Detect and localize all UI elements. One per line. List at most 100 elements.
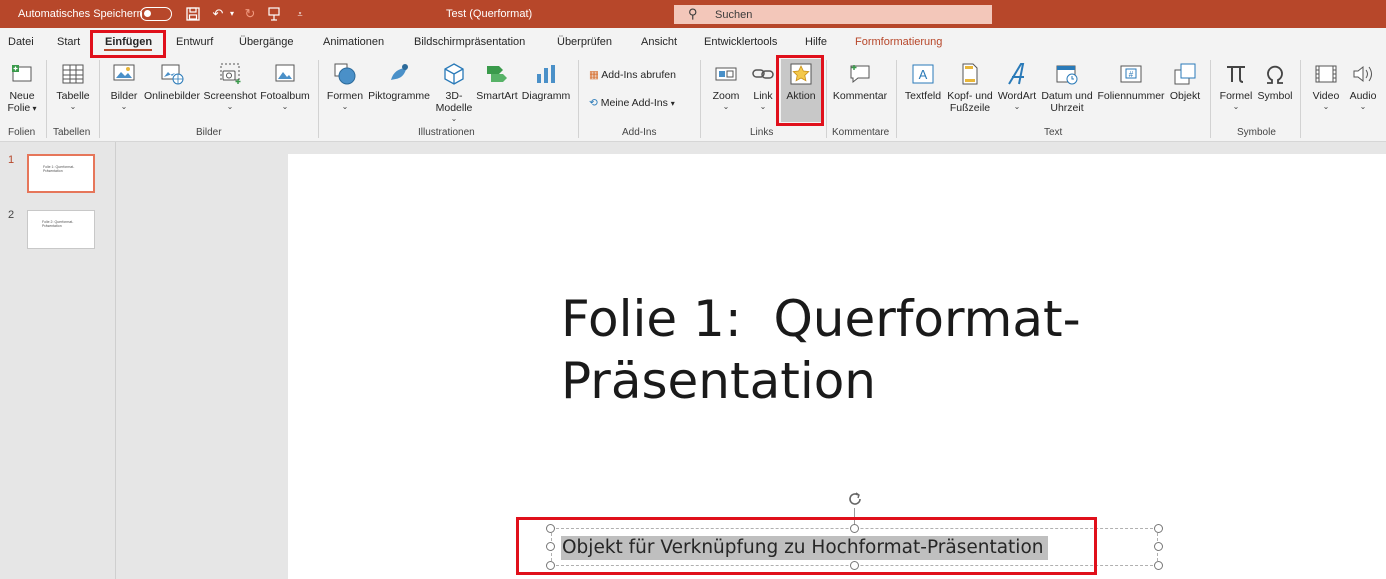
thumb-1-title-2: Präsentation (43, 169, 63, 173)
shapes-icon (334, 63, 356, 85)
zoom-button[interactable]: Zoom ⌄ (706, 62, 746, 111)
separator (1210, 60, 1211, 138)
group-label-links: Links (750, 127, 774, 138)
chevron-down-icon: ⌄ (341, 102, 349, 111)
screenshot-button[interactable]: Screenshot ⌄ (203, 62, 257, 111)
video-button[interactable]: Video ⌄ (1306, 62, 1346, 111)
separator (1300, 60, 1301, 138)
slide-title-line-1: Folie 1: Querformat- (561, 290, 1081, 348)
wordart-button[interactable]: WordArt ⌄ (997, 62, 1037, 111)
tab-animationen[interactable]: Animationen (323, 36, 384, 48)
video-icon (1315, 65, 1337, 83)
icons-button[interactable]: Piktogramme (366, 62, 432, 102)
audio-label: Audio (1349, 90, 1377, 102)
highlight-aktion-button (776, 55, 824, 126)
chevron-down-icon: ⌄ (722, 102, 730, 111)
rotate-handle-icon[interactable] (846, 490, 864, 508)
resize-handle-bottom-right[interactable] (1154, 561, 1163, 570)
textbox-button[interactable]: A Textfeld (903, 62, 943, 102)
redo-icon[interactable]: ↻ (242, 5, 258, 23)
date-time-label-2: Uhrzeit (1050, 102, 1084, 114)
date-time-label-1: Datum und (1041, 90, 1093, 102)
slide-number-1: 1 (8, 154, 15, 166)
pictures-icon (113, 64, 135, 81)
table-button[interactable]: Tabelle ⌄ (54, 62, 92, 111)
resize-handle-right[interactable] (1154, 542, 1163, 551)
audio-button[interactable]: Audio ⌄ (1345, 62, 1381, 111)
equation-button[interactable]: Formel ⌄ (1216, 62, 1256, 111)
online-pictures-label: Onlinebilder (143, 90, 201, 102)
svg-text:A: A (919, 67, 928, 82)
smartart-label: SmartArt (476, 90, 518, 102)
symbol-button[interactable]: Symbol (1255, 62, 1295, 102)
photo-album-button[interactable]: Fotoalbum ⌄ (258, 62, 312, 111)
tab-formformatierung[interactable]: Formformatierung (855, 36, 942, 48)
chart-label: Diagramm (521, 90, 571, 102)
tab-entwurf[interactable]: Entwurf (176, 36, 213, 48)
tab-uebergaenge[interactable]: Übergänge (239, 36, 293, 48)
photo-album-icon (275, 64, 295, 82)
group-label-bilder: Bilder (196, 127, 222, 138)
document-title: Test (Querformat) (446, 8, 533, 20)
tab-entwicklertools[interactable]: Entwicklertools (704, 36, 777, 48)
3d-models-label-1: 3D- (445, 90, 463, 102)
calendar-icon (1056, 65, 1078, 85)
pi-icon (1227, 66, 1245, 83)
chevron-down-icon: ⌄ (120, 102, 128, 111)
shapes-button[interactable]: Formen ⌄ (325, 62, 365, 111)
wordart-label: WordArt (997, 90, 1037, 102)
pictures-button[interactable]: Bilder ⌄ (106, 62, 142, 111)
object-icon (1174, 63, 1196, 85)
3d-models-button[interactable]: 3D- Modelle ⌄ (434, 62, 474, 123)
save-icon[interactable] (185, 5, 201, 23)
customize-toolbar-icon[interactable]: ⩡ (294, 5, 306, 23)
slide-thumbnail-2[interactable]: Folie 2: Querformat- Präsentation (27, 210, 95, 249)
undo-dropdown-icon[interactable]: ▾ (227, 5, 237, 23)
group-label-addins: Add-Ins (622, 127, 657, 138)
chevron-down-icon: ⌄ (1359, 102, 1367, 111)
comment-button[interactable]: Kommentar (832, 62, 888, 102)
group-label-tabellen: Tabellen (53, 127, 91, 138)
present-icon[interactable] (266, 5, 282, 23)
tab-start[interactable]: Start (57, 36, 80, 48)
smartart-icon (487, 66, 507, 82)
icons-label: Piktogramme (368, 90, 430, 102)
my-addins-label: Meine Add-Ins (600, 97, 668, 109)
smartart-button[interactable]: SmartArt (475, 62, 519, 102)
header-footer-button[interactable]: Kopf- und Fußzeile (944, 62, 996, 114)
tab-hilfe[interactable]: Hilfe (805, 36, 827, 48)
separator (700, 60, 701, 138)
get-addins-button[interactable]: ▦ Add-Ins abrufen (589, 69, 676, 81)
online-pictures-button[interactable]: Onlinebilder (143, 62, 201, 102)
undo-icon[interactable]: ↶ (210, 5, 226, 23)
autosave-toggle[interactable] (140, 7, 172, 21)
chevron-down-icon: ⌄ (1013, 102, 1021, 111)
header-footer-label-2: Fußzeile (949, 102, 991, 114)
chart-button[interactable]: Diagramm (520, 62, 572, 102)
3d-model-icon (444, 63, 464, 85)
search-box[interactable]: ⚲ Suchen (674, 5, 992, 24)
tab-datei[interactable]: Datei (8, 36, 34, 48)
tab-ueberpruefen[interactable]: Überprüfen (557, 36, 612, 48)
slide-number-button[interactable]: # Foliennummer (1096, 62, 1166, 102)
object-button[interactable]: Objekt (1167, 62, 1203, 102)
tab-ansicht[interactable]: Ansicht (641, 36, 677, 48)
slide-title[interactable]: Folie 1: Querformat- Präsentation (561, 288, 1081, 412)
tab-bildschirmpraesentation[interactable]: Bildschirmpräsentation (414, 36, 525, 48)
resize-handle-top-right[interactable] (1154, 524, 1163, 533)
slide-number-icon: # (1120, 65, 1142, 83)
header-footer-icon (962, 63, 978, 85)
zoom-icon (715, 67, 737, 81)
new-slide-button[interactable]: Neue Folie ▾ (4, 62, 40, 115)
group-label-kommentare: Kommentare (832, 127, 890, 138)
slide-thumbnail-1[interactable]: Folie 1: Querformat- Präsentation (27, 154, 95, 193)
link-button[interactable]: Link ⌄ (748, 62, 778, 111)
get-addins-label: Add-Ins abrufen (601, 69, 676, 81)
wordart-icon (1008, 63, 1025, 85)
my-addins-button[interactable]: ⟲ Meine Add-Ins ▾ (589, 97, 675, 109)
store-icon: ▦ (589, 69, 599, 81)
search-icon: ⚲ (688, 6, 698, 21)
separator (318, 60, 319, 138)
table-icon (62, 64, 84, 84)
date-time-button[interactable]: Datum und Uhrzeit (1039, 62, 1095, 114)
